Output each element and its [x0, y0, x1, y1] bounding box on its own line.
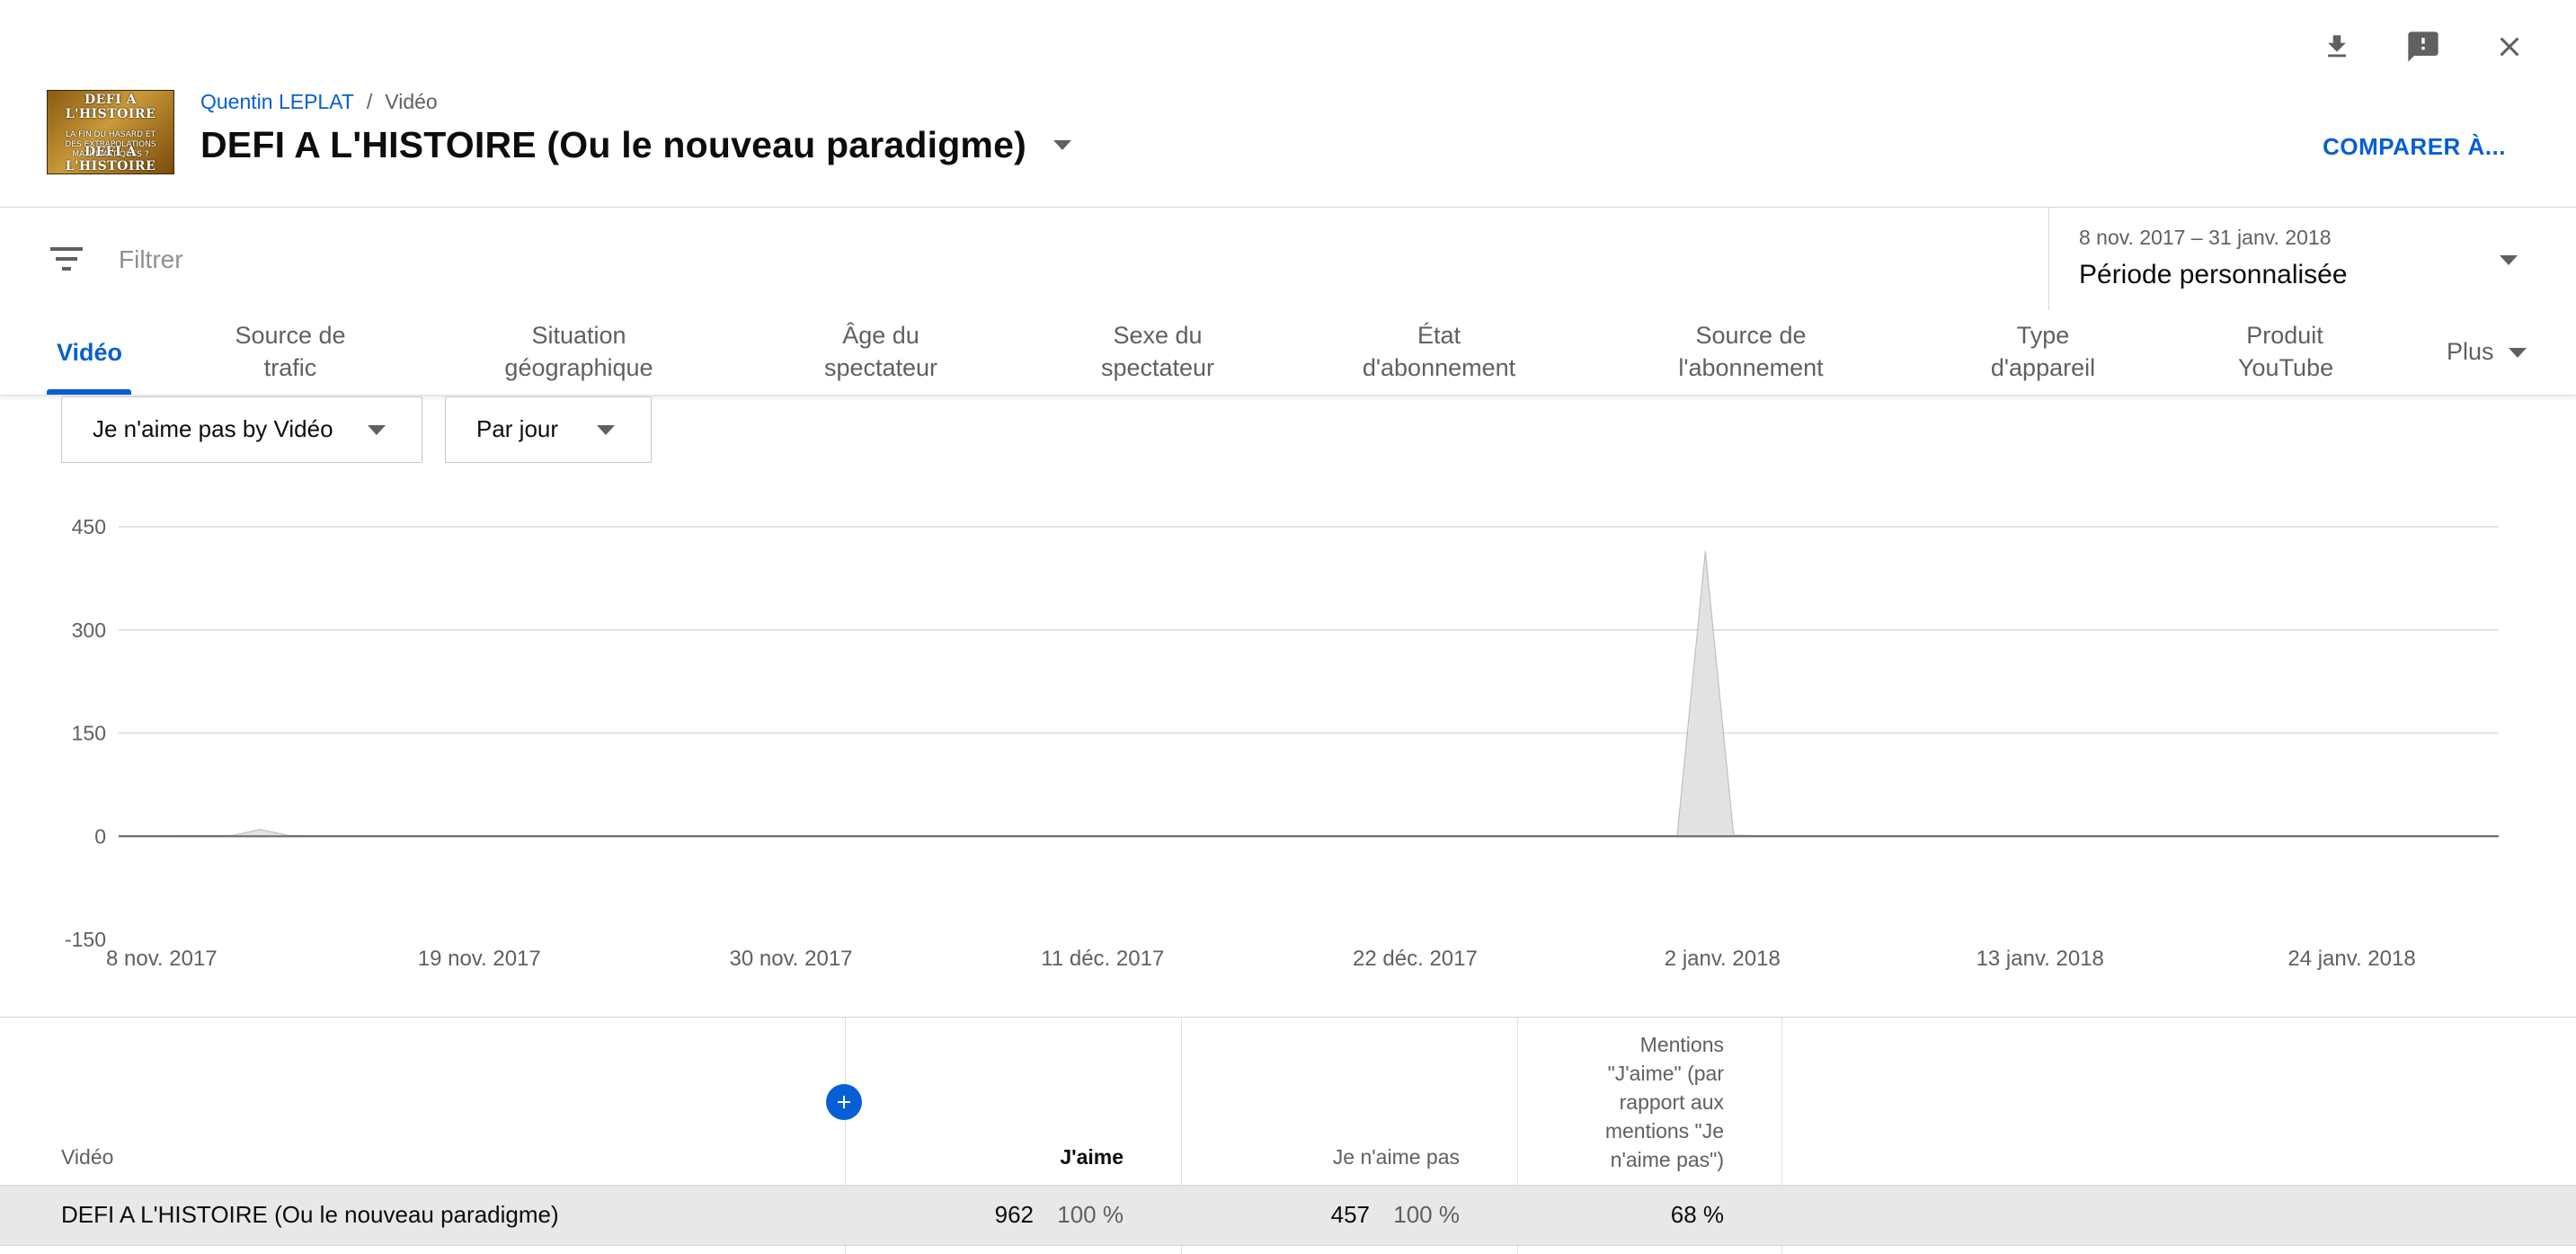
chevron-down-icon	[368, 425, 386, 435]
tab-label: État	[1417, 322, 1461, 349]
x-tick-label: 13 janv. 2018	[1976, 947, 2104, 971]
y-tick-label: -150	[65, 928, 106, 951]
x-tick-label: 24 janv. 2018	[2287, 947, 2415, 971]
interval-select-value: Par jour	[476, 415, 559, 442]
tab-label: Source de	[235, 322, 346, 349]
cell-dislikes: 457	[1330, 1201, 1370, 1228]
title-row: DEFI A L'HISTOIRE (Ou le nouveau paradig…	[200, 124, 1071, 166]
tab-label: Source de	[1695, 322, 1807, 349]
compare-button[interactable]: COMPARER À...	[2323, 133, 2506, 161]
filter-bar: 8 nov. 2017 – 31 janv. 2018 Période pers…	[0, 207, 2576, 311]
date-range-selector[interactable]: 8 nov. 2017 – 31 janv. 2018 Période pers…	[2048, 208, 2576, 310]
column-header-likes[interactable]: J'aime	[899, 1145, 1124, 1170]
tab-viewer-age[interactable]: Âge du spectateur	[818, 319, 944, 384]
x-tick-label: 19 nov. 2017	[418, 947, 541, 971]
chevron-down-icon	[2508, 348, 2527, 359]
header-line: mentions "Je	[1604, 1119, 1724, 1143]
breadcrumb: Quentin LEPLAT / Vidéo	[200, 90, 438, 114]
y-tick-label: 300	[72, 618, 106, 642]
tab-label: l'abonnement	[1678, 354, 1824, 381]
tab-label: spectateur	[823, 354, 938, 381]
header-line: rapport aux	[1619, 1090, 1724, 1114]
tab-subscription-status[interactable]: État d'abonnement	[1355, 319, 1523, 384]
header-line: "J'aime" (par	[1607, 1062, 1724, 1085]
metric-select[interactable]: Je n'aime pas by Vidéo	[61, 396, 422, 463]
add-icon[interactable]	[826, 1084, 862, 1120]
column-header-like-ratio[interactable]: Mentions "J'aime" (par rapport aux menti…	[1528, 1030, 1724, 1174]
x-tick-label: 8 nov. 2017	[106, 947, 218, 971]
chevron-down-icon	[597, 425, 615, 435]
tab-label: Type	[2016, 322, 2070, 349]
tab-label: Situation	[531, 322, 626, 349]
tab-label: YouTube	[2238, 354, 2334, 381]
thumbnail-top-text: DEFI A L'HISTOIRE	[65, 93, 156, 121]
filter-input[interactable]	[117, 236, 1019, 283]
cell-video-title: DEFI A L'HISTOIRE (Ou le nouveau paradig…	[61, 1201, 559, 1228]
tab-label: Sexe du	[1113, 322, 1203, 349]
tab-label: spectateur	[1100, 354, 1215, 381]
stats-table: Vidéo J'aime Je n'aime pas Mentions "J'a…	[0, 1017, 2576, 1254]
active-tab-indicator	[47, 389, 131, 395]
area-series	[119, 550, 2499, 837]
breadcrumb-section: Vidéo	[385, 90, 438, 113]
tab-geography[interactable]: Situation géographique	[496, 319, 662, 384]
y-tick-label: 450	[72, 515, 106, 538]
tab-video[interactable]: Vidéo	[57, 336, 122, 369]
filter-icon[interactable]	[49, 244, 84, 274]
x-tick-label: 2 janv. 2018	[1665, 947, 1781, 971]
header-line: Mentions	[1639, 1033, 1724, 1056]
page-title: DEFI A L'HISTOIRE (Ou le nouveau paradig…	[200, 124, 1026, 165]
dislikes-chart: 450 300 150 0 -1508 nov. 2017 19 nov. 2017 30 …	[65, 515, 2499, 971]
breadcrumb-channel-link[interactable]: Quentin LEPLAT	[200, 90, 354, 113]
y-tick-label: 0	[94, 824, 106, 848]
thumbnail-bottom-text: DEFI A L'HISTOIRE	[65, 145, 156, 173]
header-actions	[2312, 22, 2535, 72]
close-icon[interactable]	[2484, 22, 2535, 72]
cell-dislikes-pct: 100 %	[1393, 1201, 1460, 1228]
tab-label: d'appareil	[1990, 354, 2096, 381]
chevron-down-icon	[2500, 255, 2518, 265]
header-line: n'aime pas")	[1610, 1148, 1724, 1171]
tab-traffic-source[interactable]: Source de trafic	[225, 319, 356, 384]
breadcrumb-separator: /	[366, 90, 373, 113]
video-selector-dropdown[interactable]	[1053, 140, 1071, 150]
tab-subscription-source[interactable]: Source de l'abonnement	[1665, 319, 1837, 384]
tab-label: trafic	[263, 354, 317, 381]
tab-label: Vidéo	[57, 339, 123, 366]
tab-label: Âge du	[842, 322, 919, 349]
cell-like-ratio: 68 %	[1670, 1201, 1724, 1228]
tab-more[interactable]: Plus	[2447, 335, 2527, 368]
tab-youtube-product[interactable]: Produit YouTube	[2238, 319, 2334, 384]
tab-label: Produit	[2246, 322, 2323, 349]
column-header-dislikes[interactable]: Je n'aime pas	[1235, 1145, 1460, 1170]
tab-viewer-gender[interactable]: Sexe du spectateur	[1095, 319, 1221, 384]
series-line	[118, 550, 2499, 837]
x-tick-label: 22 déc. 2017	[1353, 947, 1478, 971]
x-tick-label: 11 déc. 2017	[1041, 947, 1164, 971]
feedback-icon[interactable]	[2398, 22, 2448, 72]
metric-select-value: Je n'aime pas by Vidéo	[93, 415, 333, 442]
date-period-text: Période personnalisée	[2079, 260, 2348, 289]
y-tick-label: 150	[72, 722, 106, 745]
tab-label: d'abonnement	[1362, 354, 1516, 381]
column-header-video: Vidéo	[61, 1145, 114, 1169]
cell-likes: 962	[994, 1201, 1034, 1228]
x-tick-label: 30 nov. 2017	[730, 947, 853, 971]
interval-select[interactable]: Par jour	[445, 396, 652, 463]
tab-label: géographique	[504, 354, 653, 381]
dimension-tabs: Vidéo Source de trafic Situation géograp…	[0, 310, 2576, 396]
tab-label: Plus	[2447, 338, 2494, 365]
date-range-text: 8 nov. 2017 – 31 janv. 2018	[2079, 226, 2332, 249]
cell-likes-pct: 100 %	[1057, 1201, 1124, 1228]
video-thumbnail: DEFI A L'HISTOIRE LA FIN DU HASARD ET DE…	[47, 90, 174, 174]
download-icon[interactable]	[2312, 22, 2362, 72]
tab-device-type[interactable]: Type d'appareil	[1977, 319, 2109, 384]
table-row[interactable]: DEFI A L'HISTOIRE (Ou le nouveau paradig…	[0, 1185, 2576, 1246]
